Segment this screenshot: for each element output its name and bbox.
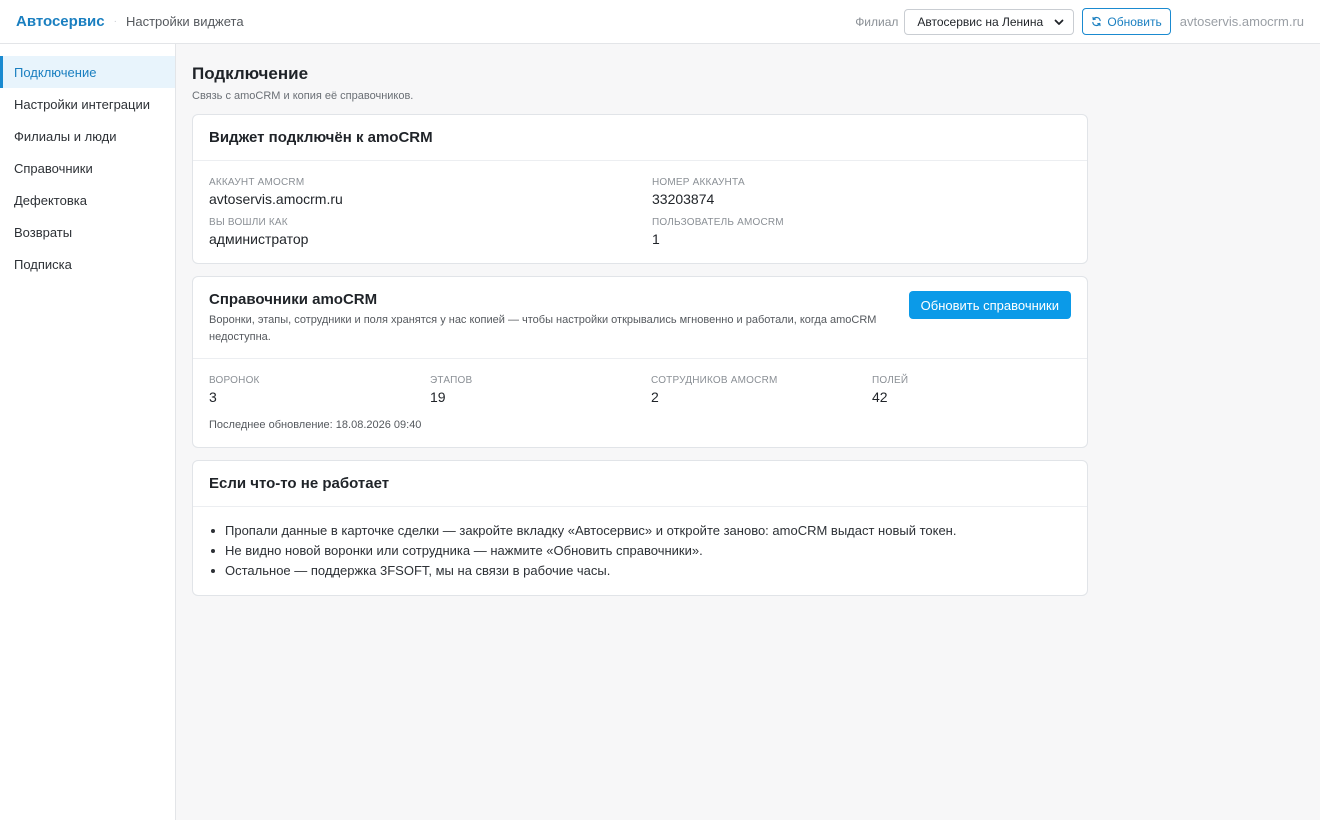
account-domain: avtoservis.amocrm.ru: [1179, 14, 1304, 29]
employees-stat: Сотрудников amoCRM 2: [651, 375, 872, 405]
stat-label: Сотрудников amoCRM: [651, 375, 778, 386]
sidebar-item-label: Возвраты: [14, 224, 73, 240]
directories-card-title: Справочники amoCRM: [209, 291, 378, 308]
sidebar-item-branches-people[interactable]: Филиалы и люди: [0, 120, 175, 152]
sidebar-item-subscription[interactable]: Подписка: [0, 248, 175, 280]
sidebar-item-directories[interactable]: Справочники: [0, 152, 175, 184]
logged-in-as-field: Вы вошли как администратор: [209, 217, 652, 247]
stat-label: Воронок: [209, 375, 260, 386]
field-value: 1: [652, 231, 660, 247]
stages-stat: Этапов 19: [430, 375, 651, 405]
field-label: Аккаунт amoCRM: [209, 177, 305, 188]
connection-card-body: Аккаунт amoCRM avtoservis.amocrm.ru Номе…: [193, 161, 1087, 263]
field-label: Вы вошли как: [209, 217, 288, 228]
account-number-field: Номер аккаунта 33203874: [652, 177, 1071, 207]
header-controls: Филиал Автосервис на Ленина Обновить avt…: [855, 8, 1304, 35]
field-value: 33203874: [652, 191, 715, 207]
help-card-header: Если что-то не работает: [193, 461, 1087, 507]
help-card-body: Пропали данные в карточке сделки — закро…: [193, 507, 1087, 595]
list-item: Не видно новой воронки или сотрудника — …: [209, 541, 1071, 561]
sidebar-item-label: Подписка: [14, 256, 72, 272]
sidebar-item-label: Филиалы и люди: [14, 128, 117, 144]
sidebar-item-label: Справочники: [14, 160, 93, 176]
sidebar-item-label: Дефектовка: [14, 192, 87, 208]
fields-stat: Полей 42: [872, 375, 1071, 405]
connection-card-header: Виджет подключён к amoCRM: [193, 115, 1087, 161]
list-item: Остальное — поддержка 3FSOFT, мы на связ…: [209, 561, 1071, 581]
page-title: Подключение: [192, 64, 309, 83]
refresh-button-label: Обновить: [1107, 14, 1162, 29]
help-card: Если что-то не работает Пропали данные в…: [192, 460, 1088, 596]
sidebar-item-defect-check[interactable]: Дефектовка: [0, 184, 175, 216]
sidebar: Подключение Настройки интеграции Филиалы…: [0, 44, 176, 820]
field-label: Пользователь amoCRM: [652, 217, 784, 228]
list-item: Пропали данные в карточке сделки — закро…: [209, 521, 1071, 541]
brand-logo[interactable]: Автосервис: [16, 13, 105, 30]
stat-value: 2: [651, 389, 659, 405]
stat-value: 42: [872, 389, 888, 405]
help-list: Пропали данные в карточке сделки — закро…: [209, 521, 1071, 581]
field-value: администратор: [209, 231, 309, 247]
breadcrumb-separator: ·: [113, 16, 117, 27]
help-card-title: Если что-то не работает: [209, 475, 390, 492]
field-value: avtoservis.amocrm.ru: [209, 191, 343, 207]
refresh-button[interactable]: Обновить: [1082, 8, 1171, 35]
stat-value: 19: [430, 389, 446, 405]
chevron-down-icon: [1055, 19, 1064, 25]
sidebar-item-label: Подключение: [14, 64, 97, 80]
connection-card-title: Виджет подключён к amoCRM: [209, 129, 433, 146]
stat-label: Этапов: [430, 375, 473, 386]
directories-card: Справочники amoCRM Воронки, этапы, сотру…: [192, 276, 1088, 448]
amocrm-user-field: Пользователь amoCRM 1: [652, 217, 1071, 247]
account-field: Аккаунт amoCRM avtoservis.amocrm.ru: [209, 177, 652, 207]
sidebar-item-returns[interactable]: Возвраты: [0, 216, 175, 248]
main-content: Подключение Связь с amoCRM и копия её сп…: [192, 44, 1088, 596]
sidebar-item-connection[interactable]: Подключение: [0, 56, 175, 88]
sidebar-item-integration-settings[interactable]: Настройки интеграции: [0, 88, 175, 120]
refresh-directories-button[interactable]: Обновить справочники: [908, 291, 1071, 319]
directories-card-header: Справочники amoCRM Воронки, этапы, сотру…: [193, 277, 1087, 359]
branch-select-value: Автосервис на Ленина: [917, 14, 1044, 29]
connection-card: Виджет подключён к amoCRM Аккаунт amoCRM…: [192, 114, 1088, 264]
stat-value: 3: [209, 389, 217, 405]
stat-label: Полей: [872, 375, 909, 386]
branch-select[interactable]: Автосервис на Ленина: [904, 8, 1075, 35]
directories-description: Воронки, этапы, сотрудники и поля хранят…: [209, 314, 877, 343]
funnels-stat: Воронок 3: [209, 375, 430, 405]
top-bar: Автосервис · Настройки виджета Филиал Ав…: [0, 0, 1320, 44]
sidebar-item-label: Настройки интеграции: [14, 96, 151, 112]
field-label: Номер аккаунта: [652, 177, 745, 188]
page-subtitle: Связь с amoCRM и копия её справочников.: [192, 90, 414, 102]
branch-label: Филиал: [855, 14, 899, 29]
last-update-text: Последнее обновление: 18.08.2026 09:40: [209, 419, 422, 431]
directories-card-body: Воронок 3 Этапов 19 Сотрудников amoCRM 2…: [193, 359, 1087, 447]
refresh-icon: [1092, 16, 1102, 27]
breadcrumb: Настройки виджета: [125, 14, 244, 29]
